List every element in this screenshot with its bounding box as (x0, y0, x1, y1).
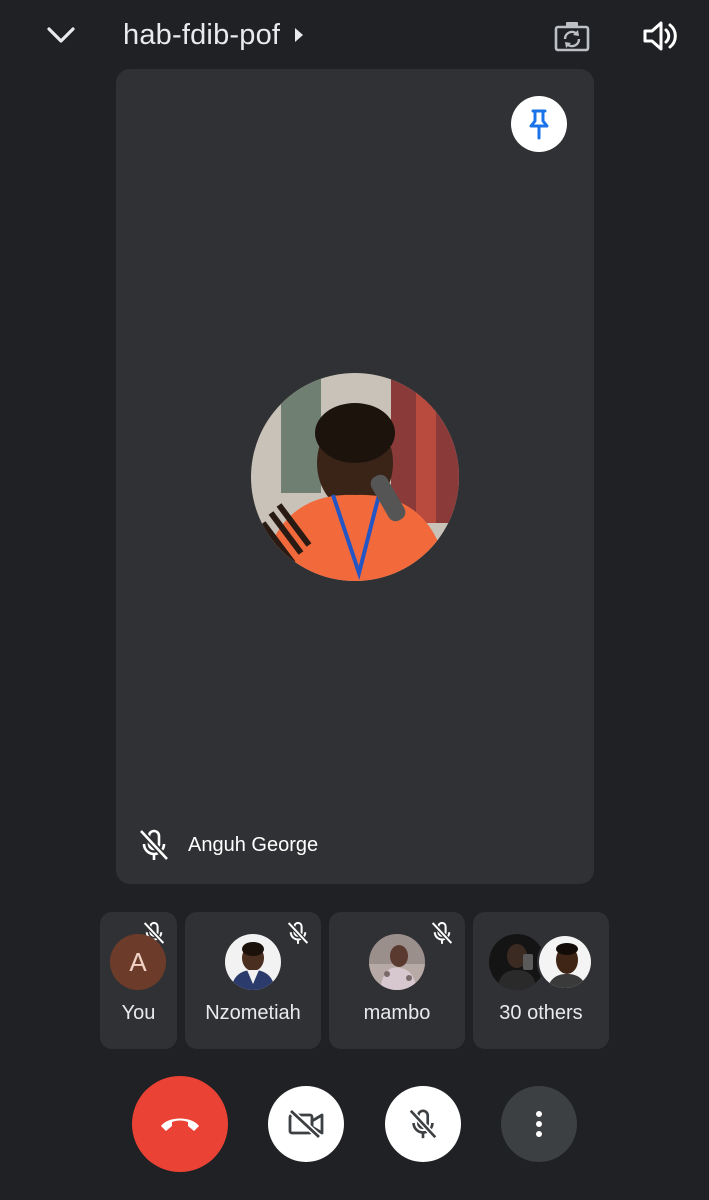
pin-button[interactable] (511, 96, 567, 152)
tile-footer: Anguh George (136, 824, 318, 866)
switch-camera-button[interactable] (550, 14, 594, 58)
speaker-icon (643, 21, 677, 51)
participant-label: Nzometiah (205, 1002, 301, 1024)
participant-name: Anguh George (188, 833, 319, 856)
camera-toggle-button[interactable] (268, 1086, 344, 1162)
participant-tile-others[interactable]: 30 others (473, 912, 609, 1049)
main-participant-tile[interactable]: Anguh George (116, 69, 594, 884)
camera-switch-icon (554, 22, 590, 52)
participant-label: 30 others (499, 1002, 583, 1024)
avatar: A (110, 934, 166, 990)
participant-label: You (121, 1002, 156, 1024)
meeting-info-button[interactable]: hab-fdib-pof (123, 14, 304, 56)
more-vert-icon (536, 1111, 542, 1137)
participant-tile-mambo[interactable]: mambo (329, 912, 465, 1049)
camera-off-icon (288, 1109, 324, 1139)
participant-label: mambo (363, 1002, 431, 1024)
chevron-down-icon (47, 27, 75, 43)
collapse-button[interactable] (40, 14, 82, 56)
audio-output-button[interactable] (638, 14, 682, 58)
top-bar: hab-fdib-pof (0, 0, 709, 70)
mic-off-icon (283, 918, 313, 948)
avatar (369, 934, 425, 990)
avatar (537, 934, 593, 990)
avatar (225, 934, 281, 990)
mic-off-icon (408, 1108, 438, 1140)
participant-tile-nzometiah[interactable]: Nzometiah (185, 912, 321, 1049)
end-call-icon (161, 1118, 199, 1131)
mic-off-icon (427, 918, 457, 948)
more-options-button[interactable] (501, 1086, 577, 1162)
caret-right-icon (295, 28, 304, 42)
participant-tile-you[interactable]: A You (100, 912, 177, 1049)
call-controls (0, 1074, 709, 1174)
end-call-button[interactable] (132, 1076, 228, 1172)
mic-toggle-button[interactable] (385, 1086, 461, 1162)
meeting-code: hab-fdib-pof (123, 18, 281, 51)
participant-avatar (251, 373, 459, 581)
pin-icon (529, 109, 549, 140)
mic-off-icon (138, 828, 170, 862)
participant-strip: A You Nzometiah mambo 30 others (0, 912, 709, 1049)
